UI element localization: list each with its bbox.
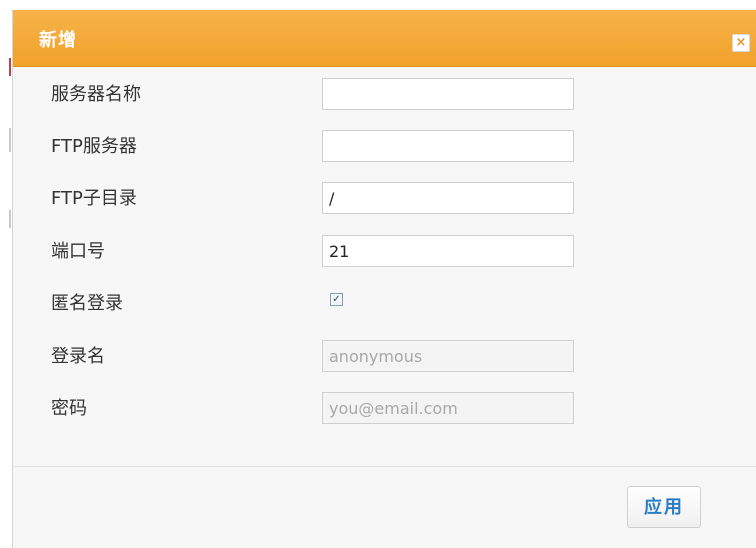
form-row-login-name: 登录名 — [13, 340, 756, 376]
page: 新增 × 服务器名称 FTP服务器 FTP子目录 端口号 匿名登录 ✓ 登录名 — [0, 0, 756, 548]
background-mark — [9, 210, 11, 228]
login-name-input[interactable] — [322, 340, 574, 372]
password-label: 密码 — [51, 398, 87, 419]
ftp-subdir-input[interactable] — [322, 182, 574, 214]
form-row-anonymous: 匿名登录 ✓ — [13, 287, 756, 323]
ftp-subdir-label: FTP子目录 — [51, 188, 137, 209]
ftp-server-input[interactable] — [322, 130, 574, 162]
ftp-server-label: FTP服务器 — [51, 136, 137, 157]
anonymous-login-label: 匿名登录 — [51, 293, 123, 314]
background-strip — [0, 0, 12, 548]
background-mark — [9, 58, 11, 76]
add-dialog: 新增 × 服务器名称 FTP服务器 FTP子目录 端口号 匿名登录 ✓ 登录名 — [12, 10, 756, 548]
dialog-titlebar: 新增 × — [13, 10, 756, 67]
background-mark — [9, 128, 11, 152]
close-icon[interactable]: × — [732, 34, 750, 52]
server-name-label: 服务器名称 — [51, 84, 141, 105]
form-row-port: 端口号 — [13, 235, 756, 271]
server-name-input[interactable] — [322, 78, 574, 110]
form-row-password: 密码 — [13, 392, 756, 428]
password-input[interactable] — [322, 392, 574, 424]
footer-divider — [13, 466, 756, 467]
apply-button[interactable]: 应用 — [627, 486, 701, 528]
dialog-title: 新增 — [39, 30, 77, 51]
form-row-ftp-subdir: FTP子目录 — [13, 182, 756, 218]
form-row-ftp-server: FTP服务器 — [13, 130, 756, 166]
login-name-label: 登录名 — [51, 346, 105, 367]
form-row-server-name: 服务器名称 — [13, 78, 756, 114]
port-input[interactable] — [322, 235, 574, 267]
port-label: 端口号 — [51, 241, 105, 262]
anonymous-login-checkbox[interactable]: ✓ — [330, 293, 343, 306]
